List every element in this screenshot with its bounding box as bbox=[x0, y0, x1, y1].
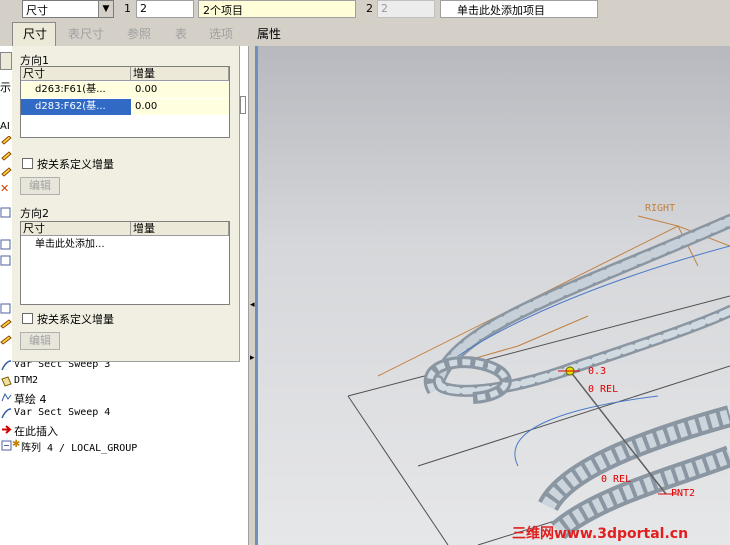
relation-label-1: 0 REL bbox=[588, 384, 618, 395]
model-render: RIGHT 0.3 0 REL 0 REL PNT2 三维网www.3dport… bbox=[347, 203, 730, 545]
add-dimension-row[interactable]: 单击此处添加... bbox=[21, 237, 229, 253]
tree-toolbar-button[interactable] bbox=[0, 52, 12, 70]
pattern-type-select[interactable]: 尺寸 ▼ bbox=[22, 0, 114, 18]
pattern-type-value: 尺寸 bbox=[26, 4, 48, 17]
column-header-increment: 增量 bbox=[131, 67, 229, 81]
tree-show-label: 示 bbox=[0, 81, 11, 94]
pattern-icon bbox=[1, 440, 12, 451]
tree-item-label: 在此插入 bbox=[14, 425, 58, 438]
table-row[interactable]: d263:F61(基... 0.00 bbox=[21, 82, 229, 98]
right-datum-label: RIGHT bbox=[645, 203, 675, 214]
define-increment-by-relation-checkbox[interactable] bbox=[22, 158, 33, 169]
direction1-items-value: 2个项目 bbox=[203, 4, 243, 17]
sweep-icon bbox=[1, 360, 12, 371]
datum-plane-icon bbox=[1, 376, 12, 387]
direction1-count-value: 2 bbox=[140, 2, 147, 15]
table-row[interactable]: d283:F62(基... 0.00 bbox=[21, 99, 229, 115]
tree-item-label: DTM2 bbox=[14, 375, 39, 386]
datum-plane-edge bbox=[417, 365, 730, 467]
dimension-cell: d263:F61(基... bbox=[35, 84, 106, 95]
define-increment-by-relation-label: 按关系定义增量 bbox=[37, 313, 114, 326]
dashboard-tabs: 尺寸 表尺寸 参照 表 选项 属性 bbox=[0, 22, 730, 46]
direction1-table: 尺寸 增量 d263:F61(基... 0.00 d283:F62(基... 0… bbox=[20, 66, 230, 138]
tree-item-label: 草绘 4 bbox=[14, 393, 47, 406]
define-increment-by-relation-label: 按关系定义增量 bbox=[37, 158, 114, 171]
direction1-count-field[interactable]: 2 bbox=[136, 0, 194, 18]
tab-dimensions[interactable]: 尺寸 bbox=[23, 25, 47, 42]
direction2-title: 方向2 bbox=[20, 207, 49, 220]
tab-table[interactable]: 表 bbox=[175, 25, 187, 42]
point-label: PNT2 bbox=[671, 488, 695, 499]
panel-scroll-stub[interactable] bbox=[240, 96, 246, 114]
collapse-left-icon[interactable]: ◂ bbox=[250, 300, 255, 310]
increment-cell[interactable]: 0.00 bbox=[133, 99, 223, 115]
tree-item-label: Var Sect Sweep 4 bbox=[14, 407, 111, 418]
direction1-index: 1 bbox=[124, 2, 131, 15]
datum-plane-edge bbox=[347, 395, 449, 545]
tab-references[interactable]: 参照 bbox=[127, 25, 151, 42]
dimension-value-label: 0.3 bbox=[588, 366, 606, 377]
chevron-down-icon[interactable]: ▼ bbox=[98, 1, 113, 17]
pattern-marker-icon: ✱ bbox=[12, 439, 21, 450]
column-header-dimension: 尺寸 bbox=[21, 222, 131, 236]
add-dimension-text: 单击此处添加... bbox=[35, 239, 105, 250]
insert-arrow-icon bbox=[2, 425, 12, 434]
tree-item-label: 阵列 4 / LOCAL_GROUP bbox=[21, 443, 138, 454]
tree-feature-icons: ✕ bbox=[0, 135, 12, 345]
direction2-count-field[interactable]: 2 bbox=[377, 0, 435, 18]
relation-label-2: 0 REL bbox=[601, 474, 631, 485]
direction2-add-item-text: 单击此处添加项目 bbox=[457, 4, 545, 17]
dashboard-toolbar: 尺寸 ▼ 1 2 2个项目 2 2 单击此处添加项目 bbox=[0, 0, 730, 20]
increment-cell[interactable]: 0.00 bbox=[133, 82, 223, 98]
direction2-table: 尺寸 增量 单击此处添加... bbox=[20, 221, 230, 305]
direction2-index: 2 bbox=[366, 2, 373, 15]
edit-button[interactable]: 编辑 bbox=[20, 332, 60, 350]
column-header-increment: 增量 bbox=[131, 222, 229, 236]
watermark-text: 三维网www.3dportal.cn bbox=[512, 525, 688, 542]
sketch-icon bbox=[1, 392, 12, 402]
dimension-cell: d283:F62(基... bbox=[21, 99, 131, 115]
column-header-dimension: 尺寸 bbox=[21, 67, 131, 81]
dimensions-panel: 方向1 尺寸 增量 d263:F61(基... 0.00 d283:F62(基.… bbox=[12, 46, 240, 362]
direction1-items-field[interactable]: 2个项目 bbox=[198, 0, 356, 18]
tab-properties[interactable]: 属性 bbox=[257, 25, 281, 42]
define-increment-by-relation-checkbox[interactable] bbox=[22, 313, 33, 324]
expand-right-icon[interactable]: ▸ bbox=[250, 353, 255, 363]
tab-options[interactable]: 选项 bbox=[209, 25, 233, 42]
tree-icon-column: ✕ bbox=[0, 135, 12, 356]
graphics-viewport[interactable]: RIGHT 0.3 0 REL 0 REL PNT2 三维网www.3dport… bbox=[258, 46, 730, 545]
edit-button[interactable]: 编辑 bbox=[20, 177, 60, 195]
direction2-add-item-field[interactable]: 单击此处添加项目 bbox=[440, 0, 598, 18]
svg-text:✕: ✕ bbox=[0, 182, 9, 195]
direction2-count-value: 2 bbox=[381, 2, 388, 15]
sweep-icon bbox=[1, 408, 12, 419]
tab-table-dimensions[interactable]: 表尺寸 bbox=[68, 25, 104, 42]
tree-ai-label: AI bbox=[0, 121, 10, 132]
twisted-cable-lower bbox=[514, 395, 730, 540]
